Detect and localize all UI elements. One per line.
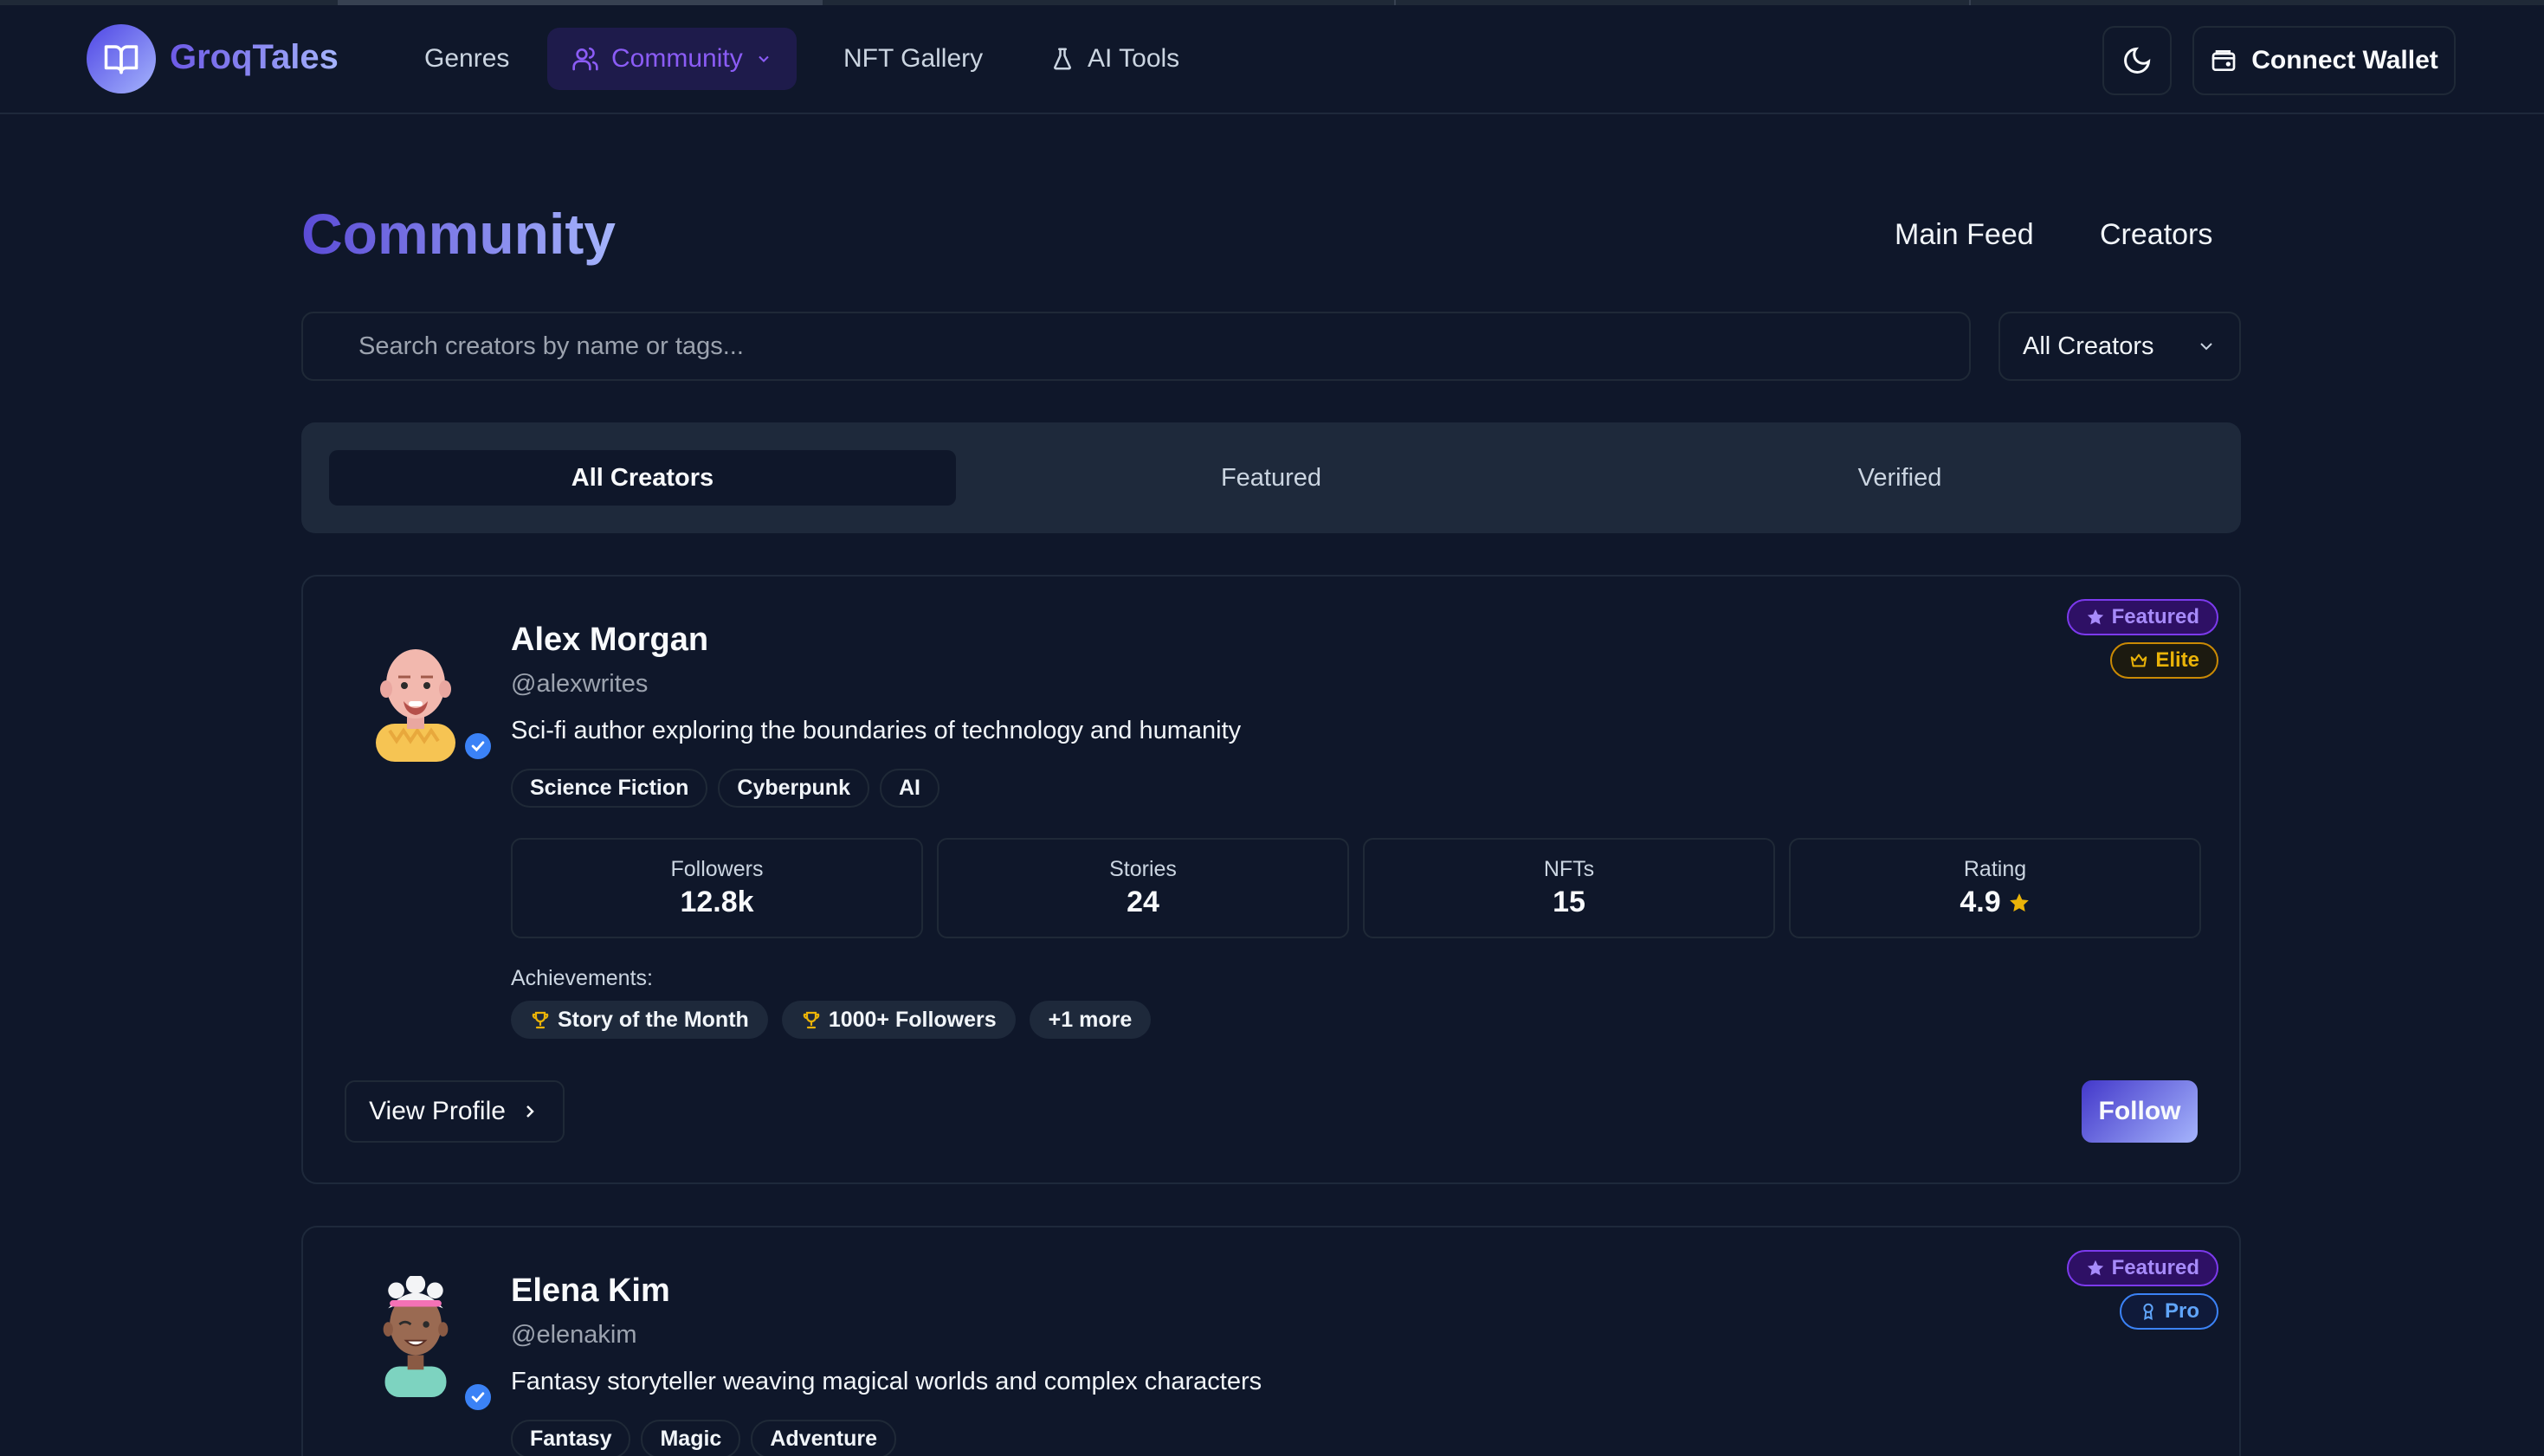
- chevron-down-icon: [2200, 343, 2212, 351]
- verified-badge-icon: [462, 1382, 494, 1413]
- verified-badge-icon: [462, 731, 494, 762]
- more-achievements-badge[interactable]: +1 more: [1029, 1001, 1152, 1039]
- tag[interactable]: Cyberpunk: [718, 769, 869, 808]
- star-icon: [2009, 892, 2029, 912]
- stat-followers: Followers 12.8k: [511, 838, 923, 938]
- trophy-icon: [532, 1011, 549, 1029]
- tab-verified[interactable]: Verified: [1586, 450, 2213, 506]
- flask-icon: [1053, 48, 1072, 70]
- tab-all-creators[interactable]: All Creators: [329, 450, 956, 506]
- tag[interactable]: Magic: [641, 1420, 741, 1456]
- search-placeholder: Search creators by name or tags...: [358, 332, 744, 360]
- creator-bio: Sci-fi author exploring the boundaries o…: [511, 717, 1242, 744]
- star-icon: [2087, 1260, 2103, 1276]
- creator-handle: @elenakim: [511, 1321, 637, 1349]
- nav-nft-gallery[interactable]: NFT Gallery: [819, 28, 1007, 90]
- connect-wallet-button[interactable]: Connect Wallet: [2192, 26, 2456, 95]
- chevron-down-icon: [758, 55, 769, 62]
- creator-filter-select[interactable]: All Creators: [1998, 312, 2241, 381]
- avatar[interactable]: [364, 641, 468, 762]
- stat-stories: Stories 24: [937, 838, 1349, 938]
- brand-name[interactable]: GroqTales: [170, 38, 339, 77]
- elite-badge: Elite: [2110, 642, 2218, 679]
- achievement-badge: Story of the Month: [511, 1001, 768, 1039]
- creator-badges: Featured Pro: [2066, 1250, 2218, 1330]
- creator-name[interactable]: Alex Morgan: [511, 622, 708, 659]
- creator-tags: Science Fiction Cyberpunk AI: [511, 769, 939, 808]
- search-input[interactable]: Search creators by name or tags...: [301, 312, 1971, 381]
- crown-icon: [2131, 654, 2147, 667]
- creator-tabs: All Creators Featured Verified: [301, 422, 2241, 533]
- trophy-icon: [803, 1011, 820, 1029]
- creator-card: Alex Morgan @alexwrites Sci-fi author ex…: [301, 575, 2241, 1184]
- top-nav: GroqTales Genres Community NFT Gallery A…: [0, 5, 2544, 114]
- tag[interactable]: AI: [879, 769, 939, 808]
- creators-link[interactable]: Creators: [2100, 218, 2212, 252]
- achievements-label: Achievements:: [511, 966, 653, 990]
- filter-value: All Creators: [2023, 332, 2154, 360]
- logo[interactable]: [87, 24, 156, 93]
- chevron-right-icon: [526, 1105, 534, 1118]
- moon-icon: [2124, 47, 2151, 74]
- tab-featured[interactable]: Featured: [958, 450, 1585, 506]
- award-icon: [2143, 1303, 2153, 1320]
- pro-badge: Pro: [2119, 1293, 2218, 1330]
- users-icon: [572, 47, 598, 71]
- tag[interactable]: Adventure: [751, 1420, 896, 1456]
- stat-rating: Rating 4.9: [1789, 838, 2201, 938]
- creator-handle: @alexwrites: [511, 670, 649, 698]
- view-profile-button[interactable]: View Profile: [345, 1080, 565, 1143]
- tag[interactable]: Science Fiction: [511, 769, 708, 808]
- page-title: Community: [301, 202, 616, 266]
- stat-nfts: NFTs 15: [1363, 838, 1775, 938]
- main-feed-link[interactable]: Main Feed: [1895, 218, 2034, 252]
- featured-badge: Featured: [2066, 1250, 2218, 1286]
- creator-bio: Fantasy storyteller weaving magical worl…: [511, 1368, 1262, 1395]
- avatar[interactable]: [364, 1276, 468, 1397]
- featured-badge: Featured: [2066, 599, 2218, 635]
- creator-badges: Featured Elite: [2066, 599, 2218, 679]
- tag[interactable]: Fantasy: [511, 1420, 631, 1456]
- creator-stats: Followers 12.8k Stories 24 NFTs 15 Ratin…: [511, 838, 2201, 938]
- creator-card: Elena Kim @elenakim Fantasy storyteller …: [301, 1226, 2241, 1456]
- creator-name[interactable]: Elena Kim: [511, 1272, 670, 1310]
- nav-ai-tools[interactable]: AI Tools: [1025, 28, 1204, 90]
- star-icon: [2087, 609, 2103, 625]
- achievements-list: Story of the Month 1000+ Followers +1 mo…: [511, 1001, 1152, 1039]
- rating-value: 4.9: [1960, 886, 2001, 918]
- book-open-icon: [104, 45, 139, 74]
- achievement-badge: 1000+ Followers: [781, 1001, 1016, 1039]
- theme-toggle-button[interactable]: [2102, 26, 2172, 95]
- follow-button[interactable]: Follow: [2082, 1080, 2198, 1143]
- wallet-icon: [2211, 50, 2236, 71]
- creator-tags: Fantasy Magic Adventure: [511, 1420, 896, 1456]
- nav-genres[interactable]: Genres: [400, 28, 533, 90]
- nav-community[interactable]: Community: [547, 28, 797, 90]
